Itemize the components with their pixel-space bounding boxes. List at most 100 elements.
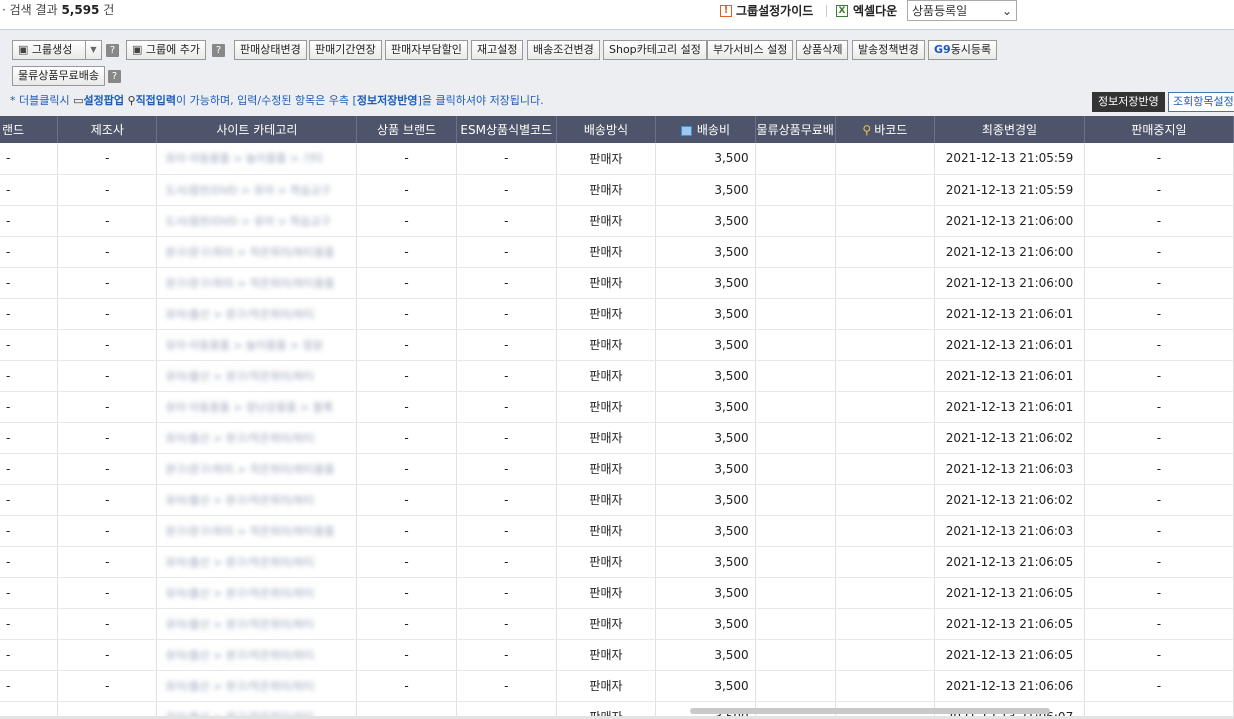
table-cell[interactable]: - [1084,577,1234,609]
table-cell[interactable]: - [456,298,557,330]
table-cell[interactable] [835,608,936,640]
table-cell[interactable]: - [456,267,557,299]
table-cell[interactable] [755,329,836,361]
table-cell[interactable]: - [0,515,59,547]
table-cell[interactable]: 판매자 [556,360,657,392]
table-cell[interactable]: - [356,453,457,485]
table-cell[interactable]: 판매자 [556,546,657,578]
table-cell[interactable] [835,298,936,330]
table-cell[interactable]: 판매자 [556,453,657,485]
table-cell[interactable]: - [1084,236,1234,268]
table-row[interactable]: - - 도서/음반/DVD > 유아 > 학습교구 - - 판매자 3,500 2021-12… [0,174,1234,206]
table-cell[interactable]: 2021-12-13 21:06:05 [934,639,1085,671]
group-guide-link[interactable]: ! 그룹설정가이드 [720,2,813,19]
table-cell[interactable] [835,453,936,485]
table-cell[interactable]: 도서/음반/DVD > 유아 > 학습교구 [156,174,358,206]
table-cell[interactable]: - [1084,298,1234,330]
table-row[interactable]: - - 도서/음반/DVD > 유아 > 학습교구 - - 판매자 3,500 2021-12… [0,205,1234,237]
table-cell[interactable] [835,391,936,423]
table-cell[interactable]: - [456,422,557,454]
table-cell[interactable]: - [1084,360,1234,392]
shop-category-button[interactable]: Shop카테고리 설정 [603,40,707,60]
table-cell[interactable]: - [0,143,59,175]
table-cell[interactable]: - [456,670,557,702]
table-cell[interactable]: 2021-12-13 21:06:02 [934,484,1085,516]
column-header[interactable]: 배송비 [655,116,756,143]
sort-select[interactable]: 상품등록일 ⌄ [907,0,1017,21]
table-cell[interactable]: - [0,422,59,454]
table-row[interactable]: - - 유아/출산 > 완구/작은취미/파티 - - 판매자 3,500 2021-12-13… [0,608,1234,640]
table-cell[interactable]: - [356,236,457,268]
table-cell[interactable]: - [57,453,158,485]
table-cell[interactable]: 3,500 [655,608,756,640]
table-cell[interactable]: 도서/음반/DVD > 유아 > 학습교구 [156,205,358,237]
table-cell[interactable]: 3,500 [655,360,756,392]
table-cell[interactable]: 유아/출산 > 완구/작은취미/파티 [156,577,358,609]
table-cell[interactable]: 유아/출산 > 완구/작은취미/파티 [156,298,358,330]
help-icon[interactable]: ? [106,44,119,57]
table-cell[interactable] [755,298,836,330]
table-cell[interactable]: - [57,205,158,237]
table-cell[interactable]: - [456,453,557,485]
table-cell[interactable] [835,143,936,175]
table-cell[interactable] [755,670,836,702]
delete-product-button[interactable]: 상품삭제 [796,40,849,60]
table-row[interactable]: - - 완구/문구/취미 > 작은취미/파티용품 - - 판매자 3,500 2021-12-… [0,453,1234,485]
table-cell[interactable]: 판매자 [556,670,657,702]
table-cell[interactable]: - [0,298,59,330]
table-cell[interactable] [755,174,836,206]
view-setting-button[interactable]: 조회항목설정 [1168,92,1234,112]
table-cell[interactable]: 유아/출산 > 완구/작은취미/파티 [156,484,358,516]
extra-service-button[interactable]: 부가서비스 설정 [707,40,794,60]
table-cell[interactable]: - [0,329,59,361]
table-row[interactable]: - - 유아/출산 > 완구/작은취미/파티 - - 판매자 3,500 2021-12-13… [0,484,1234,516]
table-cell[interactable]: - [1084,453,1234,485]
table-cell[interactable]: - [0,608,59,640]
table-cell[interactable] [755,577,836,609]
help-icon[interactable]: ? [108,70,121,83]
table-cell[interactable]: - [356,608,457,640]
table-cell[interactable]: - [456,577,557,609]
table-cell[interactable]: - [57,484,158,516]
table-cell[interactable]: 판매자 [556,577,657,609]
table-cell[interactable]: - [57,639,158,671]
table-cell[interactable]: - [57,360,158,392]
table-cell[interactable]: - [57,329,158,361]
table-cell[interactable]: - [1084,422,1234,454]
table-cell[interactable]: - [356,639,457,671]
table-cell[interactable]: - [456,329,557,361]
table-cell[interactable]: 3,500 [655,639,756,671]
group-create-dropdown[interactable]: ▼ [86,40,102,60]
horizontal-scrollbar[interactable] [690,708,1050,714]
table-cell[interactable]: - [0,174,59,206]
group-add-button[interactable]: ▣ 그룹에 추가 [126,40,207,60]
table-cell[interactable]: 판매자 [556,484,657,516]
table-cell[interactable]: 완구/문구/취미 > 작은취미/파티용품 [156,515,358,547]
table-cell[interactable]: - [57,422,158,454]
table-cell[interactable]: 3,500 [655,205,756,237]
table-cell[interactable]: - [456,205,557,237]
table-cell[interactable]: 2021-12-13 21:06:00 [934,236,1085,268]
table-row[interactable]: - - 유아·아동용품 > 장난감용품 > 블록 - - 판매자 3,500 2021-12-… [0,391,1234,423]
table-cell[interactable]: 완구/문구/취미 > 작은취미/파티용품 [156,267,358,299]
table-cell[interactable]: - [1084,391,1234,423]
table-cell[interactable]: 2021-12-13 21:06:01 [934,360,1085,392]
column-header[interactable]: 랜드 [0,116,59,143]
table-row[interactable]: - - 유아/출산 > 완구/작은취미/파티 - - 판매자 3,500 2021-12-13… [0,298,1234,330]
table-cell[interactable]: - [456,639,557,671]
table-cell[interactable]: 2021-12-13 21:06:01 [934,329,1085,361]
table-cell[interactable]: 2021-12-13 21:05:59 [934,143,1085,175]
table-cell[interactable]: 판매자 [556,422,657,454]
table-cell[interactable]: 3,500 [655,143,756,175]
table-row[interactable]: - - 유아/출산 > 완구/작은취미/파티 - - 판매자 3,500 2021-12-13… [0,670,1234,702]
table-cell[interactable]: - [57,546,158,578]
sales-period-button[interactable]: 판매기간연장 [309,40,382,60]
table-cell[interactable]: 유아/출산 > 완구/작은취미/파티 [156,670,358,702]
table-cell[interactable]: - [0,639,59,671]
table-cell[interactable] [755,205,836,237]
table-cell[interactable]: 3,500 [655,329,756,361]
table-cell[interactable]: - [356,360,457,392]
table-cell[interactable]: 3,500 [655,484,756,516]
save-reflect-button[interactable]: 정보저장반영 [1092,92,1165,112]
g9-register-button[interactable]: G9동시등록 [928,40,998,60]
